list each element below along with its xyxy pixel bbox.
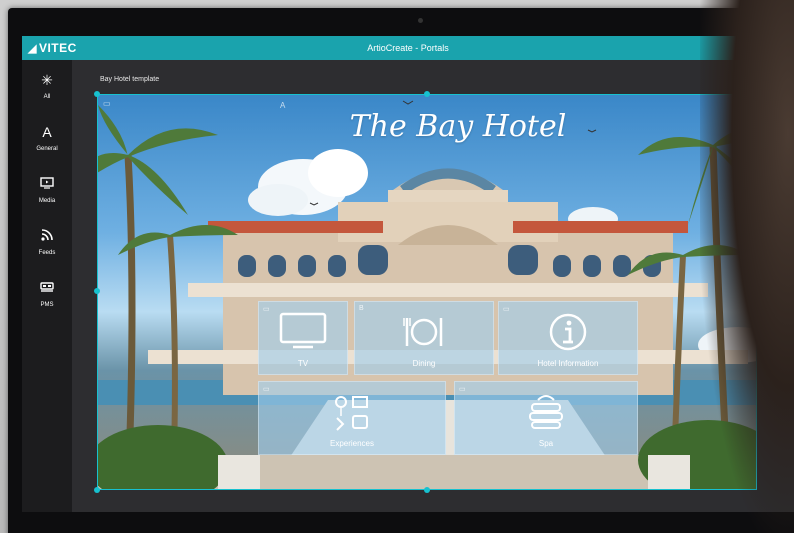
text-icon: A <box>42 124 52 140</box>
sidebar-item-label: General <box>36 146 58 152</box>
tile-label: Hotel Information <box>537 359 599 368</box>
app-screen: ◢ VITEC ArtioCreate - Portals ✳ All A Ge… <box>22 36 794 512</box>
sidebar-item-media[interactable]: Media <box>22 164 72 216</box>
sidebar: ✳ All A General Media Feeds PMS <box>22 60 72 512</box>
resize-handle-top[interactable] <box>424 91 430 97</box>
text-widget-icon: B <box>359 305 364 312</box>
tile-label: Spa <box>538 439 554 448</box>
tile-label: Experiences <box>329 439 375 448</box>
sidebar-item-label: Media <box>38 198 56 204</box>
hotel-title[interactable]: The Bay Hotel <box>328 109 588 144</box>
workspace: Bay Hotel template ▭ A The Bay Hotel ▭ T… <box>72 60 794 512</box>
resize-handle-bottom-left[interactable] <box>94 487 100 493</box>
resize-handle-left[interactable] <box>94 288 100 294</box>
sidebar-item-label: PMS <box>40 302 54 308</box>
tile-label: Dining <box>412 359 436 368</box>
template-canvas[interactable]: ▭ A The Bay Hotel ▭ TV B Dining ▭ Hotel … <box>97 94 757 490</box>
text-widget-icon: A <box>280 101 286 110</box>
tile-tv[interactable]: ▭ TV <box>258 301 348 375</box>
sidebar-item-label: All <box>43 94 51 100</box>
tile-experiences[interactable]: ▭ Experiences <box>258 381 446 455</box>
media-icon <box>40 176 54 192</box>
sidebar-item-general[interactable]: A General <box>22 112 72 164</box>
bed-icon <box>40 280 54 296</box>
info-icon <box>499 312 637 352</box>
sidebar-item-pms[interactable]: PMS <box>22 268 72 320</box>
tile-hotel-information[interactable]: ▭ Hotel Information <box>498 301 638 375</box>
sidebar-item-all[interactable]: ✳ All <box>22 60 72 112</box>
spa-icon <box>455 392 637 430</box>
image-widget-icon: ▭ <box>103 99 111 108</box>
title-bar: ◢ VITEC ArtioCreate - Portals <box>22 36 794 60</box>
template-name: Bay Hotel template <box>100 76 160 83</box>
sidebar-item-feeds[interactable]: Feeds <box>22 216 72 268</box>
tile-label: TV <box>297 359 309 368</box>
tile-dining[interactable]: B Dining <box>354 301 494 375</box>
camera-dot <box>418 18 423 23</box>
tv-icon <box>259 312 347 350</box>
app-title: ArtioCreate - Portals <box>367 43 449 53</box>
resize-handle-bottom[interactable] <box>424 487 430 493</box>
tile-spa[interactable]: ▭ Spa <box>454 381 638 455</box>
experiences-icon <box>259 392 445 432</box>
sidebar-item-label: Feeds <box>38 250 56 256</box>
resize-handle-top-left[interactable] <box>94 91 100 97</box>
asterisk-icon: ✳ <box>41 72 53 88</box>
dining-icon <box>355 312 493 352</box>
rss-icon <box>41 228 53 244</box>
